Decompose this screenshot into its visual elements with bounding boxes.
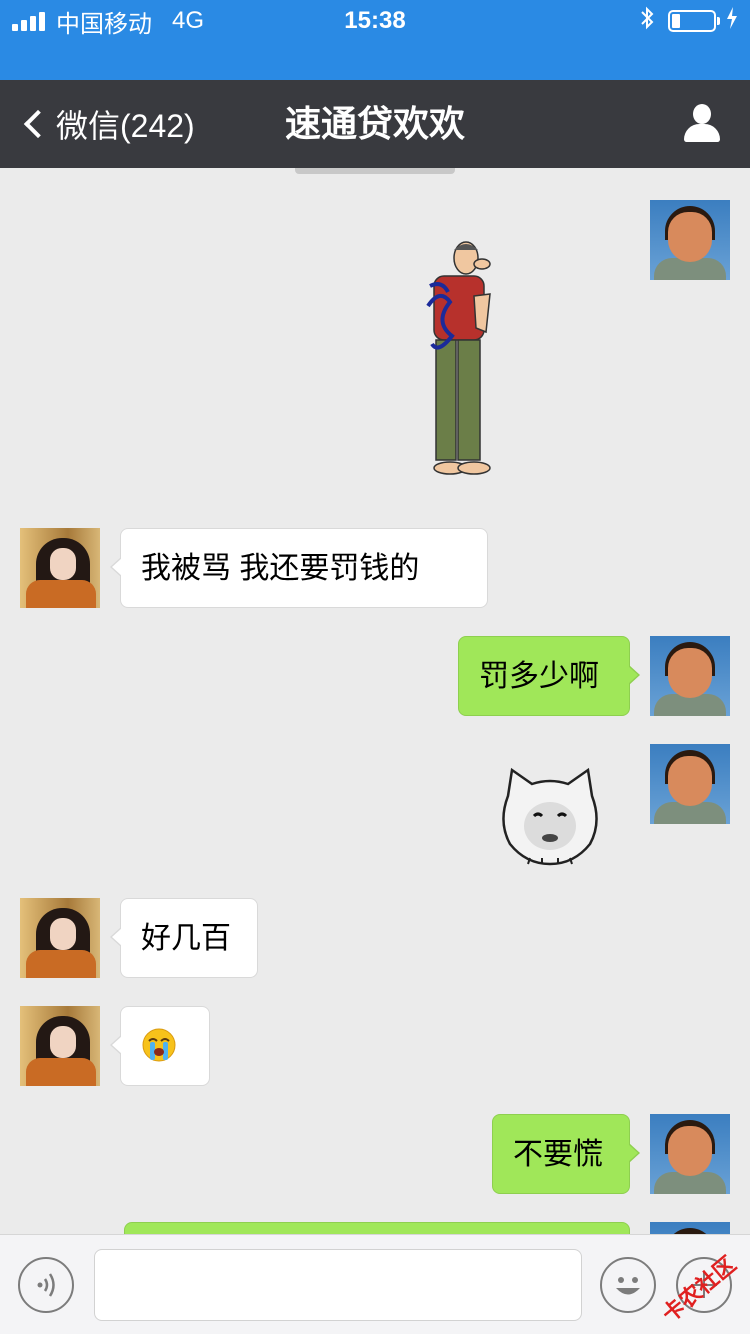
status-time: 15:38 (344, 7, 406, 34)
praying-man-sticker[interactable] (420, 236, 500, 486)
my-avatar[interactable] (650, 1222, 730, 1234)
battery-icon (668, 10, 720, 32)
back-label: 微信(242) (56, 108, 195, 144)
crying-face-icon (142, 1028, 176, 1062)
my-avatar[interactable] (650, 636, 730, 716)
message-bubble-incoming[interactable] (110, 1006, 210, 1086)
message-bubble-incoming[interactable]: 我被骂 我还要罚钱的 (110, 528, 488, 608)
message-bubble-incoming[interactable]: 好几百 (110, 898, 258, 978)
my-avatar[interactable] (650, 200, 730, 280)
message-bubble-outgoing[interactable]: 罚多少啊 (458, 636, 640, 716)
status-right (640, 6, 738, 36)
contact-avatar[interactable] (20, 528, 100, 608)
chevron-left-icon (23, 109, 53, 139)
back-button[interactable]: 微信(242) (20, 80, 195, 168)
message-bubble-outgoing[interactable]: 不要慌 (492, 1114, 640, 1194)
chat-area[interactable]: 我被骂 我还要罚钱的 罚多少啊 好几百 不要慌 (0, 174, 750, 1234)
bluetooth-icon (640, 6, 654, 36)
voice-icon[interactable] (18, 1257, 74, 1313)
status-bar: 中国移动 4G 15:38 (0, 0, 750, 80)
person-icon[interactable] (682, 104, 722, 144)
emoji-icon[interactable] (600, 1257, 656, 1313)
nav-bar: 微信(242) 速通贷欢欢 (0, 80, 750, 168)
message-input[interactable] (94, 1249, 582, 1321)
charging-icon (726, 7, 738, 35)
sad-cat-face-sticker[interactable] (498, 766, 602, 866)
message-bubble-outgoing[interactable] (124, 1222, 630, 1234)
input-bar (0, 1234, 750, 1334)
contact-avatar[interactable] (20, 1006, 100, 1086)
contact-avatar[interactable] (20, 898, 100, 978)
my-avatar[interactable] (650, 744, 730, 824)
my-avatar[interactable] (650, 1114, 730, 1194)
